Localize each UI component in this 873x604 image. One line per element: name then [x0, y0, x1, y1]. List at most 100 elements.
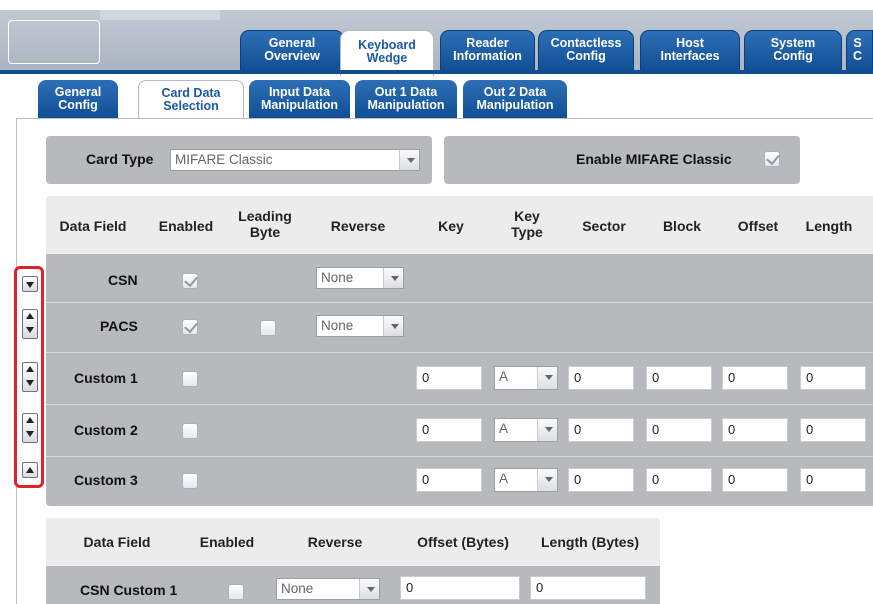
tab-label: Keyboard	[358, 37, 416, 52]
tab-out1-data-manipulation[interactable]: Out 1 Data Manipulation	[355, 80, 457, 120]
col-keytype-line1: Key	[514, 208, 540, 224]
chevron-down-icon	[383, 316, 403, 336]
tab-label: Input Data	[268, 85, 331, 99]
key-input[interactable]: 0	[416, 366, 482, 390]
length-input[interactable]: 0	[800, 366, 866, 390]
offset-input[interactable]: 0	[722, 468, 788, 492]
row-name: Custom 1	[74, 370, 138, 386]
tab-label: Reader	[466, 36, 509, 50]
col-enabled: Enabled	[158, 218, 214, 234]
col-reverse: Reverse	[307, 534, 363, 550]
sector-input[interactable]: 0	[568, 366, 634, 390]
col-offset-bytes: Offset (Bytes)	[417, 534, 509, 550]
row-name: CSN	[108, 272, 138, 288]
block-input[interactable]: 0	[646, 366, 712, 390]
tab-contactless-config[interactable]: Contactless Config	[538, 30, 634, 74]
length-input[interactable]: 0	[800, 418, 866, 442]
sector-input[interactable]: 0	[568, 418, 634, 442]
tab-overflow[interactable]: SC	[846, 30, 873, 74]
enabled-checkbox[interactable]	[182, 371, 198, 387]
tab-general-overview[interactable]: General Overview	[240, 30, 344, 74]
tab-system-config[interactable]: System Config	[744, 30, 842, 74]
row-name: PACS	[100, 318, 138, 334]
row-divider	[46, 404, 873, 405]
col-length: Length	[805, 218, 853, 234]
key-input[interactable]: 0	[416, 418, 482, 442]
table-header: Data Field Enabled Reverse Offset (Bytes…	[46, 518, 660, 566]
chevron-down-icon	[399, 150, 419, 170]
tab-general-config[interactable]: General Config	[38, 80, 118, 120]
move-up-button[interactable]	[22, 462, 38, 478]
length-input[interactable]: 0	[800, 468, 866, 492]
tab-input-data-manipulation[interactable]: Input Data Manipulation	[249, 80, 350, 120]
key-type-select[interactable]: A	[494, 468, 558, 492]
tab-label: Host	[676, 36, 704, 50]
enabled-checkbox[interactable]	[182, 319, 198, 335]
block-input[interactable]: 0	[646, 468, 712, 492]
col-reverse: Reverse	[330, 218, 386, 234]
key-type-value: A	[499, 369, 509, 384]
arrow-down-icon	[26, 327, 34, 333]
col-length-bytes: Length (Bytes)	[541, 534, 639, 550]
tab-label: Out 1 Data	[374, 85, 438, 99]
tab-label: Manipulation	[260, 98, 339, 112]
col-leading-byte: Leading Byte	[230, 208, 300, 240]
length-bytes-input[interactable]: 0	[530, 576, 646, 600]
tab-out2-data-manipulation[interactable]: Out 2 Data Manipulation	[463, 80, 567, 120]
key-type-select[interactable]: A	[494, 366, 558, 390]
card-type-value: MIFARE Classic	[175, 152, 273, 167]
reverse-select[interactable]: None	[276, 578, 380, 600]
key-input[interactable]: 0	[416, 468, 482, 492]
data-field-table: Data Field Enabled Leading Byte Reverse K…	[46, 196, 873, 506]
offset-input[interactable]: 0	[722, 418, 788, 442]
move-up-down-button[interactable]	[22, 413, 38, 443]
tab-label: System	[770, 36, 816, 50]
arrow-up-icon	[26, 313, 34, 319]
chevron-down-icon	[537, 469, 557, 491]
csn-custom-table: Data Field Enabled Reverse Offset (Bytes…	[46, 518, 660, 604]
tab-card-data-selection[interactable]: Card Data Selection	[138, 80, 244, 120]
leading-byte-checkbox[interactable]	[260, 320, 276, 336]
enabled-checkbox[interactable]	[182, 473, 198, 489]
arrow-up-icon	[26, 366, 34, 372]
arrow-up-icon	[26, 467, 34, 473]
chevron-down-icon	[383, 268, 403, 288]
tab-label: General	[268, 36, 316, 50]
tab-label: Contactless	[550, 36, 622, 50]
offset-bytes-input[interactable]: 0	[400, 576, 520, 600]
tab-label: Interfaces	[660, 49, 720, 63]
key-type-value: A	[499, 471, 509, 486]
move-down-button[interactable]	[22, 276, 38, 292]
tab-label: Config	[58, 98, 98, 112]
reverse-value: None	[281, 581, 314, 596]
tab-reader-information[interactable]: Reader Information	[440, 30, 535, 74]
enabled-checkbox[interactable]	[228, 584, 244, 600]
offset-input[interactable]: 0	[722, 366, 788, 390]
block-input[interactable]: 0	[646, 418, 712, 442]
sector-input[interactable]: 0	[568, 468, 634, 492]
tab-host-interfaces[interactable]: Host Interfaces	[640, 30, 740, 74]
enabled-checkbox[interactable]	[182, 423, 198, 439]
card-type-select[interactable]: MIFARE Classic	[170, 149, 420, 171]
col-keytype-line2: Type	[511, 224, 543, 240]
enable-mifare-checkbox[interactable]	[764, 151, 780, 167]
row-name: Custom 3	[74, 472, 138, 488]
logo-placeholder	[8, 20, 100, 64]
reverse-select[interactable]: None	[316, 267, 404, 289]
tab-label: Manipulation	[476, 98, 554, 112]
move-up-down-button[interactable]	[22, 362, 38, 392]
arrow-down-icon	[26, 282, 34, 288]
reverse-select[interactable]: None	[316, 315, 404, 337]
tab-label: Config	[773, 49, 813, 63]
enabled-checkbox[interactable]	[182, 273, 198, 289]
enable-panel: Enable MIFARE Classic	[444, 136, 800, 184]
arrow-down-icon	[26, 380, 34, 386]
col-key: Key	[438, 218, 464, 234]
col-leading-line2: Byte	[249, 224, 281, 240]
move-up-down-button[interactable]	[22, 309, 38, 339]
col-data-field: Data Field	[59, 218, 127, 234]
tab-label: General	[54, 85, 102, 99]
card-type-panel: Card Type MIFARE Classic	[46, 136, 432, 184]
key-type-select[interactable]: A	[494, 418, 558, 442]
row-divider	[46, 456, 873, 457]
